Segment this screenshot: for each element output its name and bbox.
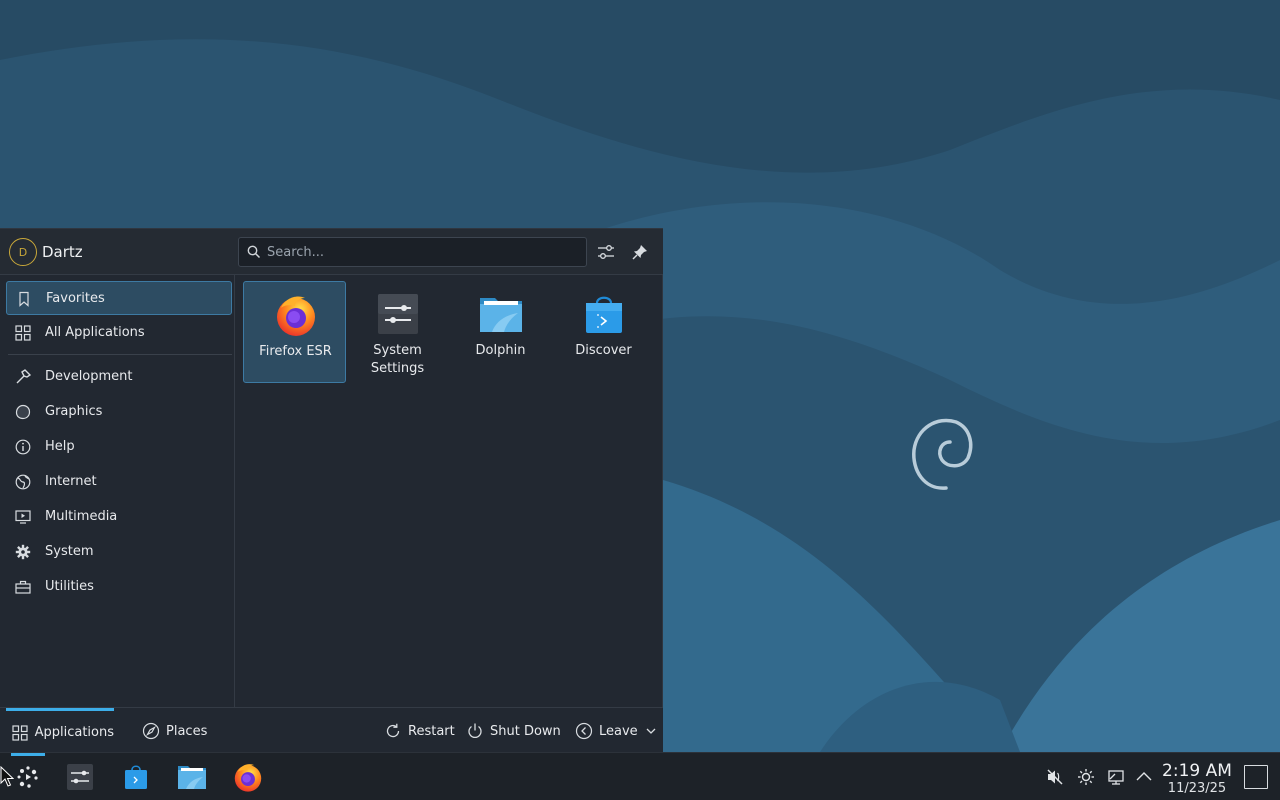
firefox-icon (234, 764, 262, 792)
leave-label: Leave (599, 723, 638, 739)
favorite-label: System Settings (370, 343, 425, 376)
pin-button[interactable] (627, 239, 653, 265)
category-sidebar: Favorites All Applications Development G… (0, 275, 235, 707)
sidebar-separator (8, 354, 232, 355)
tab-places-label: Places (166, 723, 208, 739)
shutdown-button[interactable]: Shut Down (466, 708, 561, 754)
system-settings-icon (67, 764, 93, 790)
sidebar-item-label: Multimedia (45, 509, 118, 524)
discover-bag-icon (586, 296, 622, 333)
search-box (238, 237, 587, 267)
sidebar-item-label: Development (45, 369, 133, 384)
taskbar-discover[interactable] (116, 757, 156, 797)
toolbox-icon (14, 578, 32, 596)
show-hidden-tray-button[interactable] (1134, 767, 1154, 787)
shutdown-label: Shut Down (490, 723, 561, 739)
application-launcher: D Dartz Search... Favorites All Applicat… (0, 228, 663, 753)
sidebar-item-label: All Applications (45, 325, 145, 340)
sidebar-item-help[interactable]: Help (6, 430, 232, 464)
chevron-up-icon (1136, 772, 1152, 781)
configure-button[interactable] (593, 239, 619, 265)
leave-icon (575, 722, 593, 740)
digital-clock[interactable]: 2:19 AM 11/23/25 (1160, 761, 1234, 796)
favorite-system-settings[interactable]: System Settings (346, 281, 449, 383)
compass-icon (142, 722, 160, 740)
user-avatar[interactable]: D (9, 238, 37, 266)
gear-icon (14, 543, 32, 561)
favorite-firefox-esr[interactable]: Firefox ESR (243, 281, 346, 383)
restart-label: Restart (408, 723, 455, 739)
sidebar-item-label: Internet (45, 474, 97, 489)
sidebar-item-label: System (45, 544, 94, 559)
launcher-active-indicator (11, 753, 45, 756)
brightness-icon (1078, 769, 1094, 785)
launcher-button[interactable] (8, 757, 48, 797)
power-icon (466, 722, 484, 740)
clock-date: 11/23/25 (1167, 781, 1227, 796)
sliders-icon (598, 245, 614, 259)
grid-icon (12, 724, 29, 742)
sidebar-item-utilities[interactable]: Utilities (6, 570, 232, 604)
taskbar-system-settings[interactable] (60, 757, 100, 797)
sidebar-item-label: Help (45, 439, 75, 454)
firefox-icon (277, 296, 315, 336)
favorite-dolphin[interactable]: Dolphin (449, 281, 552, 383)
restart-icon (384, 722, 402, 740)
search-input[interactable] (267, 242, 579, 262)
show-desktop-button[interactable] (1244, 765, 1268, 789)
sidebar-item-graphics[interactable]: Graphics (6, 395, 232, 429)
sidebar-item-system[interactable]: System (6, 535, 232, 569)
info-icon (14, 438, 32, 456)
favorite-label: Firefox ESR (259, 344, 332, 359)
brightness-button[interactable] (1076, 767, 1096, 787)
search-icon (247, 245, 261, 259)
taskbar-dolphin[interactable] (172, 757, 212, 797)
application-launcher-icon (17, 766, 38, 788)
network-button[interactable] (1106, 767, 1126, 787)
tab-applications[interactable]: Applications (6, 708, 114, 754)
pin-icon (632, 245, 647, 260)
taskbar-firefox[interactable] (228, 757, 268, 797)
sidebar-item-multimedia[interactable]: Multimedia (6, 500, 232, 534)
leave-button[interactable]: Leave (575, 708, 657, 754)
network-wired-icon (1108, 770, 1124, 785)
globe-icon (14, 473, 32, 491)
mouse-cursor-icon (0, 766, 14, 787)
restart-button[interactable]: Restart (384, 708, 455, 754)
tab-places[interactable]: Places (142, 708, 207, 754)
sidebar-item-development[interactable]: Development (6, 360, 232, 394)
chevron-down-icon (646, 728, 656, 734)
sidebar-item-internet[interactable]: Internet (6, 465, 232, 499)
user-name: Dartz (42, 243, 83, 261)
sidebar-item-label: Favorites (46, 291, 105, 306)
favorite-label: Discover (575, 343, 632, 358)
clock-time: 2:19 AM (1162, 761, 1232, 781)
dolphin-folder-icon (178, 766, 206, 789)
favorites-grid: Firefox ESR System Settings Dolphin Disc… (236, 275, 663, 707)
sidebar-item-label: Utilities (45, 579, 94, 594)
dolphin-folder-icon (480, 298, 522, 332)
sidebar-item-all-applications[interactable]: All Applications (6, 316, 232, 350)
sidebar-item-label: Graphics (45, 404, 103, 419)
taskbar: 2:19 AM 11/23/25 (0, 752, 1280, 800)
volume-muted-button[interactable] (1045, 767, 1065, 787)
bookmark-icon (15, 290, 33, 308)
launcher-header: D Dartz (0, 229, 663, 275)
grid-icon (14, 324, 32, 342)
sidebar-item-favorites[interactable]: Favorites (6, 281, 232, 315)
monitor-play-icon (14, 508, 32, 526)
palette-icon (14, 403, 32, 421)
favorite-label: Dolphin (475, 343, 526, 358)
discover-bag-icon (125, 765, 147, 789)
hammer-icon (14, 368, 32, 386)
launcher-footer: Applications Places Restart Shut Down Le… (0, 707, 663, 753)
tab-applications-label: Applications (34, 725, 114, 740)
system-settings-icon (378, 294, 418, 334)
volume-muted-icon (1047, 769, 1063, 785)
favorite-discover[interactable]: Discover (552, 281, 655, 383)
